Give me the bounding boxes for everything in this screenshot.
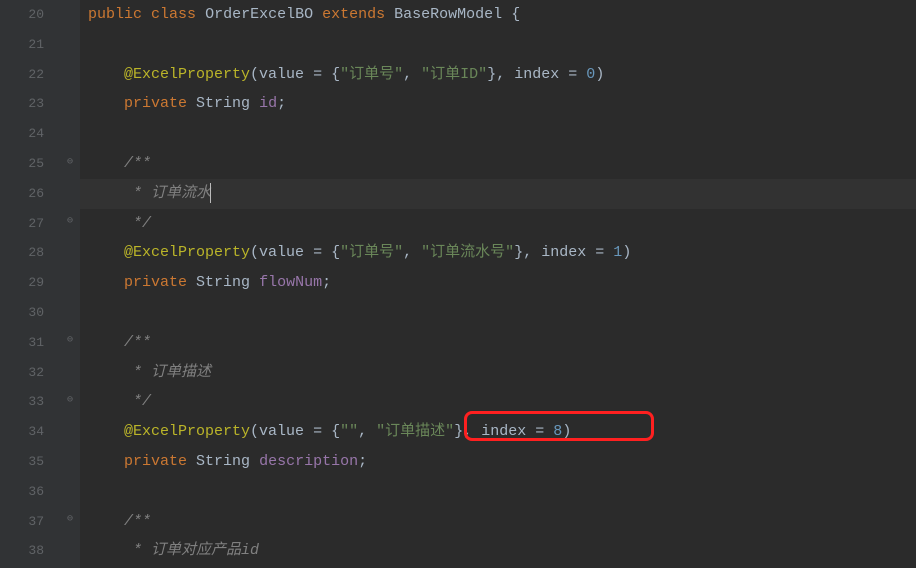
line-number: 31 (0, 328, 44, 358)
code-line[interactable]: * 订单描述 (80, 358, 916, 388)
code-line[interactable]: * 订单对应产品id (80, 536, 916, 566)
code-area[interactable]: public class OrderExcelBO extends BaseRo… (80, 0, 916, 568)
text-cursor (210, 183, 211, 203)
fold-toggle-icon[interactable]: ⊖ (64, 514, 76, 526)
code-line[interactable]: */ (80, 387, 916, 417)
line-number: 25 (0, 149, 44, 179)
line-number-gutter: 20 21 22 23 24 25 26 27 28 29 30 31 32 3… (0, 0, 62, 568)
code-line[interactable]: @ExcelProperty(value = {"订单号", "订单流水号"},… (80, 238, 916, 268)
code-line[interactable] (80, 477, 916, 507)
code-line[interactable]: @ExcelProperty(value = {"订单号", "订单ID"}, … (80, 60, 916, 90)
code-line[interactable]: /** (80, 149, 916, 179)
line-number: 20 (0, 0, 44, 30)
code-line[interactable] (80, 298, 916, 328)
code-line[interactable]: private String flowNum; (80, 268, 916, 298)
line-number: 30 (0, 298, 44, 328)
fold-toggle-icon[interactable]: ⊖ (64, 216, 76, 228)
line-number: 21 (0, 30, 44, 60)
line-number: 37 (0, 507, 44, 537)
line-number: 38 (0, 536, 44, 566)
code-line[interactable]: private String description; (80, 447, 916, 477)
fold-toggle-icon[interactable]: ⊖ (64, 335, 76, 347)
line-number: 34 (0, 417, 44, 447)
line-number: 23 (0, 89, 44, 119)
line-number: 32 (0, 358, 44, 388)
fold-column: ⊖ ⊖ ⊖ ⊖ ⊖ (62, 0, 80, 568)
code-line[interactable] (80, 119, 916, 149)
code-line[interactable]: /** (80, 507, 916, 537)
line-number: 24 (0, 119, 44, 149)
line-number: 29 (0, 268, 44, 298)
code-line[interactable]: public class OrderExcelBO extends BaseRo… (80, 0, 916, 30)
code-editor[interactable]: 20 21 22 23 24 25 26 27 28 29 30 31 32 3… (0, 0, 916, 568)
code-line[interactable] (80, 30, 916, 60)
code-line[interactable]: private String id; (80, 89, 916, 119)
line-number: 27 (0, 209, 44, 239)
code-line[interactable]: /** (80, 328, 916, 358)
code-line[interactable]: */ (80, 209, 916, 239)
fold-toggle-icon[interactable]: ⊖ (64, 395, 76, 407)
line-number: 36 (0, 477, 44, 507)
fold-toggle-icon[interactable]: ⊖ (64, 157, 76, 169)
line-number: 26 (0, 179, 44, 209)
code-line-current[interactable]: * 订单流水 (80, 179, 916, 209)
line-number: 22 (0, 60, 44, 90)
line-number: 35 (0, 447, 44, 477)
line-number: 28 (0, 238, 44, 268)
code-line[interactable]: @ExcelProperty(value = {"", "订单描述"}, ind… (80, 417, 916, 447)
line-number: 33 (0, 387, 44, 417)
